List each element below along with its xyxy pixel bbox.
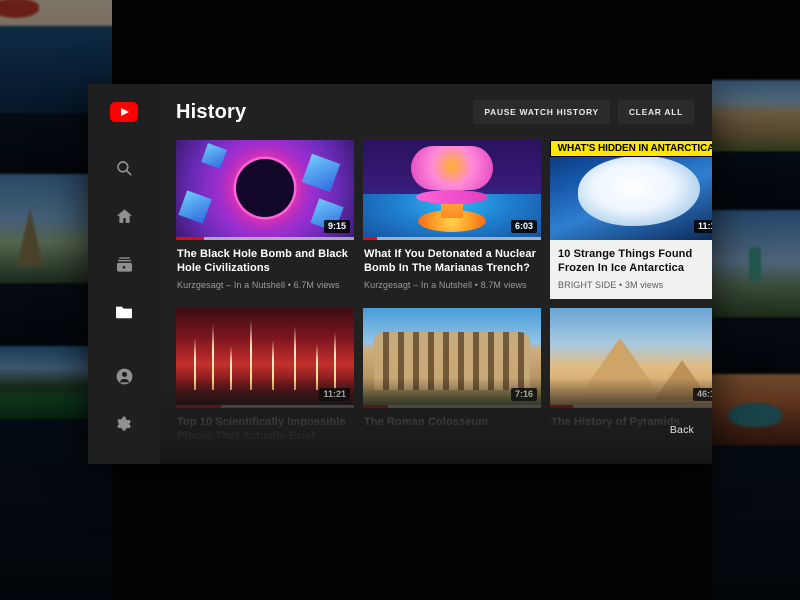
video-meta: 10 Strange Things Found Frozen In Ice An… xyxy=(550,240,712,299)
video-duration-badge: 7:16 xyxy=(511,388,537,401)
youtube-app-window: History PAUSE WATCH HISTORY CLEAR ALL xyxy=(88,84,712,464)
back-label[interactable]: Back xyxy=(670,424,694,436)
watch-progress-bar xyxy=(176,237,354,240)
video-duration-badge: 11:21 xyxy=(319,388,350,401)
video-channel-views: 4.2M views xyxy=(364,434,540,444)
video-thumbnail[interactable]: 9:15 xyxy=(176,140,354,240)
video-grid: 9:15 The Black Hole Bomb and Black Hole … xyxy=(160,140,712,464)
gear-icon[interactable] xyxy=(104,404,144,444)
video-card-selected[interactable]: WHAT'S HIDDEN IN ANTARCTICA? 11:11 10 St… xyxy=(550,140,712,299)
video-meta: The Black Hole Bomb and Black Hole Civil… xyxy=(176,240,354,290)
screen: History PAUSE WATCH HISTORY CLEAR ALL xyxy=(0,0,800,600)
video-duration-badge: 6:03 xyxy=(511,220,537,233)
video-channel-views: BRIGHT SIDE • 3M views xyxy=(558,280,712,290)
video-title: The Black Hole Bomb and Black Hole Civil… xyxy=(177,247,353,275)
video-thumbnail[interactable]: 11:21 xyxy=(176,308,354,408)
account-icon[interactable] xyxy=(104,356,144,396)
video-meta: Top 10 Scientifically Impossible Places … xyxy=(176,408,354,458)
video-title: What If You Detonated a Nuclear Bomb In … xyxy=(364,247,540,275)
video-title: 10 Strange Things Found Frozen In Ice An… xyxy=(558,247,712,275)
search-icon[interactable] xyxy=(104,148,144,188)
video-thumbnail[interactable]: WHAT'S HIDDEN IN ANTARCTICA? 11:11 xyxy=(550,140,712,240)
video-title: The Roman Colosseum xyxy=(364,415,540,429)
clear-all-button[interactable]: CLEAR ALL xyxy=(618,100,694,124)
page-title: History xyxy=(176,101,246,124)
video-meta: What If You Detonated a Nuclear Bomb In … xyxy=(363,240,541,290)
home-icon[interactable] xyxy=(104,196,144,236)
video-card[interactable]: 9:15 The Black Hole Bomb and Black Hole … xyxy=(176,140,354,299)
video-meta: The Roman Colosseum 4.2M views xyxy=(363,408,541,444)
video-duration-badge: 9:15 xyxy=(324,220,350,233)
content-area: History PAUSE WATCH HISTORY CLEAR ALL xyxy=(160,84,712,464)
video-thumbnail[interactable]: 6:03 xyxy=(363,140,541,240)
thumbnail-art-pyramids xyxy=(550,308,712,408)
video-card[interactable]: 11:21 Top 10 Scientifically Impossible P… xyxy=(176,308,354,458)
subscriptions-icon[interactable] xyxy=(104,244,144,284)
library-folder-icon[interactable] xyxy=(104,292,144,332)
video-channel-views: BE AMAZED • 2.2M views xyxy=(177,448,353,458)
watch-progress-bar xyxy=(363,405,541,408)
watch-progress-bar xyxy=(363,237,541,240)
youtube-logo-icon[interactable] xyxy=(110,102,138,122)
sidebar xyxy=(88,84,160,464)
video-thumbnail[interactable]: 46:14 xyxy=(550,308,712,408)
topbar: History PAUSE WATCH HISTORY CLEAR ALL xyxy=(160,84,712,140)
video-channel-views: Kurzgesagt – In a Nutshell • 8.7M views xyxy=(364,280,540,290)
video-grid-scroll-area[interactable]: 9:15 The Black Hole Bomb and Black Hole … xyxy=(160,140,712,464)
video-title: Top 10 Scientifically Impossible Places … xyxy=(177,415,353,443)
video-duration-badge: 11:11 xyxy=(694,220,712,233)
topbar-actions: PAUSE WATCH HISTORY CLEAR ALL xyxy=(473,100,694,124)
video-card[interactable]: 6:03 What If You Detonated a Nuclear Bom… xyxy=(363,140,541,299)
video-card[interactable]: 7:16 The Roman Colosseum 4.2M views xyxy=(363,308,541,458)
video-duration-badge: 46:14 xyxy=(693,388,712,401)
video-channel-views: Kurzgesagt – In a Nutshell • 6.7M views xyxy=(177,280,353,290)
watch-progress-bar xyxy=(550,405,712,408)
thumbnail-banner-text: WHAT'S HIDDEN IN ANTARCTICA? xyxy=(550,140,712,157)
pause-watch-history-button[interactable]: PAUSE WATCH HISTORY xyxy=(473,100,610,124)
watch-progress-bar xyxy=(176,405,354,408)
video-thumbnail[interactable]: 7:16 xyxy=(363,308,541,408)
